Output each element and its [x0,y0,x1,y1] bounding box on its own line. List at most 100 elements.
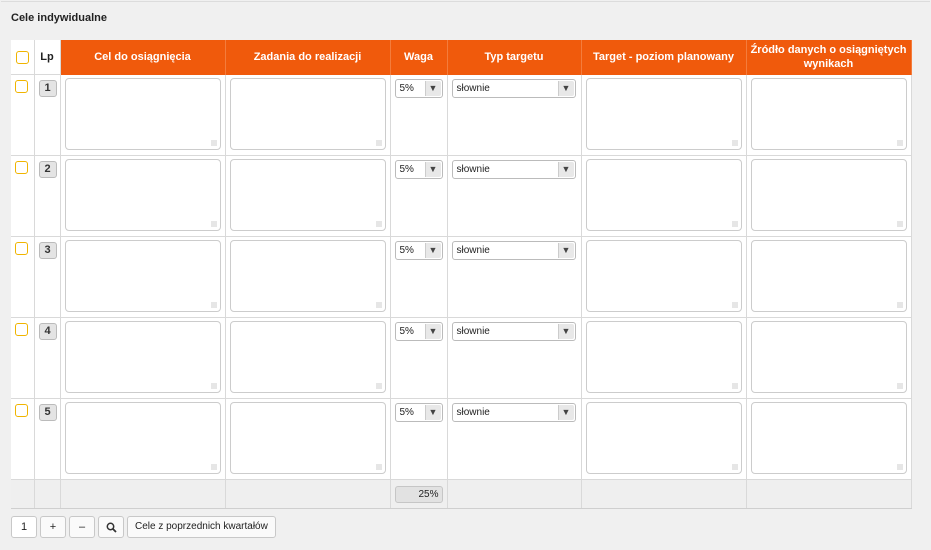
waga-cell: 5% ▼ [390,74,448,156]
zrodlo-textarea[interactable] [750,402,907,474]
waga-select[interactable]: 5% ▼ [394,403,443,422]
row-checkbox[interactable] [15,323,28,336]
waga-value: 5% [399,245,414,256]
zrodlo-cell [746,398,912,480]
typ-value: słownie [456,245,490,256]
resize-grip-icon[interactable] [375,302,382,308]
typ-cell: słownie ▼ [447,317,582,399]
cel-textarea[interactable] [64,159,221,231]
summary-cell-waga: 25% [390,479,448,509]
resize-grip-icon[interactable] [896,221,903,227]
chevron-down-icon: ▼ [424,324,441,339]
table-row: 3 5% ▼ słownie ▼ [11,236,912,318]
zadania-textarea[interactable] [229,240,386,312]
zadania-textarea[interactable] [229,77,386,150]
summary-cell-empty [581,479,747,509]
waga-select[interactable]: 5% ▼ [394,241,443,260]
resize-grip-icon[interactable] [896,139,903,146]
row-lp-cell: 5 [34,398,61,480]
resize-grip-icon[interactable] [375,221,382,227]
waga-cell: 5% ▼ [390,236,448,318]
waga-cell: 5% ▼ [390,317,448,399]
target-textarea[interactable] [585,77,742,150]
resize-grip-icon[interactable] [731,302,738,308]
target-textarea[interactable] [585,159,742,231]
row-check-cell [11,74,35,156]
zadania-textarea[interactable] [229,159,386,231]
typ-value: słownie [456,407,490,418]
summary-row: 25% [11,479,912,509]
row-number: 1 [38,80,57,97]
typ-value: słownie [456,82,490,94]
zadania-cell [225,236,391,318]
page-number[interactable]: 1 [11,516,37,538]
typ-select[interactable]: słownie ▼ [451,160,576,179]
cel-cell [60,398,226,480]
resize-grip-icon[interactable] [210,383,217,389]
chevron-down-icon: ▼ [424,162,441,177]
zrodlo-cell [746,236,912,318]
typ-select[interactable]: słownie ▼ [451,78,576,98]
typ-select[interactable]: słownie ▼ [451,403,576,422]
typ-cell: słownie ▼ [447,155,582,237]
waga-select[interactable]: 5% ▼ [394,78,443,98]
header-zadania: Zadania do realizacji [225,40,391,75]
resize-grip-icon[interactable] [896,383,903,389]
typ-select[interactable]: słownie ▼ [451,241,576,260]
resize-grip-icon[interactable] [731,139,738,146]
header-cel: Cel do osiągnięcia [60,40,226,75]
remove-row-button[interactable]: – [69,516,95,538]
resize-grip-icon[interactable] [896,302,903,308]
waga-sum: 25% [394,485,443,503]
row-lp-cell: 1 [34,74,61,156]
cel-textarea[interactable] [64,321,221,393]
row-number: 3 [38,242,57,259]
zadania-textarea[interactable] [229,321,386,393]
resize-grip-icon[interactable] [210,139,217,146]
select-all-cell [11,40,35,75]
resize-grip-icon[interactable] [210,221,217,227]
row-checkbox[interactable] [15,404,28,417]
search-icon [106,522,117,533]
waga-select[interactable]: 5% ▼ [394,322,443,341]
previous-quarters-goals-button[interactable]: Cele z poprzednich kwartałów [127,516,276,538]
zadania-textarea[interactable] [229,402,386,474]
zrodlo-textarea[interactable] [750,159,907,231]
cel-textarea[interactable] [64,402,221,474]
resize-grip-icon[interactable] [210,464,217,470]
row-checkbox[interactable] [15,161,28,174]
resize-grip-icon[interactable] [731,221,738,227]
row-check-cell [11,236,35,318]
waga-value: 5% [399,326,414,337]
resize-grip-icon[interactable] [210,302,217,308]
resize-grip-icon[interactable] [375,383,382,389]
resize-grip-icon[interactable] [896,464,903,470]
target-textarea[interactable] [585,321,742,393]
zrodlo-textarea[interactable] [750,77,907,150]
row-check-cell [11,398,35,480]
table-row: 1 5% ▼ słownie ▼ [11,74,912,156]
zrodlo-textarea[interactable] [750,321,907,393]
header-waga: Waga [390,40,448,75]
cel-textarea[interactable] [64,240,221,312]
target-cell [581,74,747,156]
waga-select[interactable]: 5% ▼ [394,160,443,179]
row-checkbox[interactable] [15,80,28,93]
resize-grip-icon[interactable] [375,464,382,470]
select-all-checkbox[interactable] [15,50,29,64]
header-lp: Lp [34,40,61,75]
summary-cell-empty [60,479,226,509]
cel-textarea[interactable] [64,77,221,150]
resize-grip-icon[interactable] [731,383,738,389]
typ-select[interactable]: słownie ▼ [451,322,576,341]
row-checkbox[interactable] [15,242,28,255]
search-button[interactable] [98,516,124,538]
resize-grip-icon[interactable] [375,139,382,146]
add-row-button[interactable]: + [40,516,66,538]
waga-value: 5% [399,407,414,418]
target-textarea[interactable] [585,402,742,474]
resize-grip-icon[interactable] [731,464,738,470]
zrodlo-textarea[interactable] [750,240,907,312]
target-textarea[interactable] [585,240,742,312]
summary-cell-empty [225,479,391,509]
